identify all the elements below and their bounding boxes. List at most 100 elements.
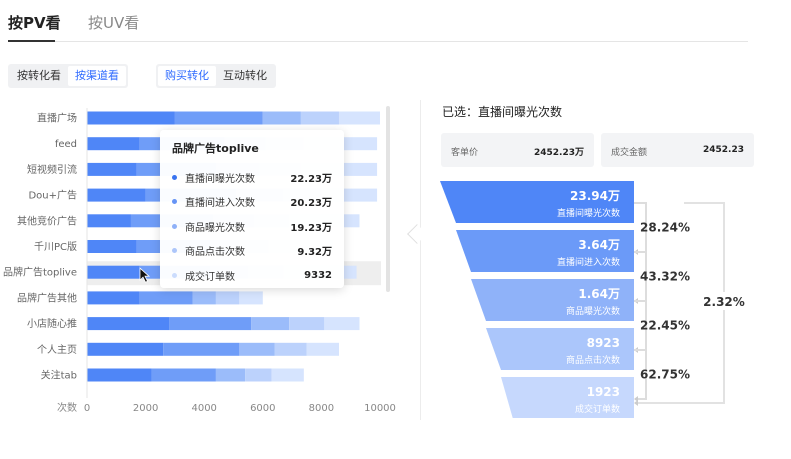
tooltip-title: 品牌广告toplive	[172, 142, 259, 155]
y-tick-label: Dou+广告	[28, 189, 77, 202]
bar-segment[interactable]	[215, 368, 246, 382]
tooltip-series-value: 9.32万	[297, 247, 332, 259]
tooltip-series-name: 直播间曝光次数	[185, 173, 255, 185]
bar-segment[interactable]	[274, 342, 307, 356]
x-tick-label: 4000	[191, 403, 216, 414]
bar-segment[interactable]	[338, 111, 380, 125]
tooltip-row: 商品曝光次数 19.23万	[172, 214, 332, 239]
chart-scrollbar[interactable]	[386, 106, 390, 292]
step-conversion-rate: 28.24%	[640, 221, 690, 235]
interaction-conversion-button[interactable]: 互动转化	[216, 66, 274, 86]
connector-arrow-icon	[634, 400, 638, 406]
y-tick-label: 千川PC版	[34, 240, 77, 253]
funnel-stage-value: 23.94万	[570, 189, 620, 203]
tooltip-series-name: 成交订单数	[185, 271, 235, 283]
bar-segment[interactable]	[271, 368, 304, 382]
tooltip-series-value: 9332	[304, 269, 332, 281]
active-tab-underline	[8, 40, 55, 42]
view-by-conversion-button[interactable]: 按转化看	[10, 66, 68, 86]
bar-segment[interactable]	[87, 240, 137, 253]
selected-value: 直播间曝光次数	[478, 105, 563, 119]
tooltip-series-name: 商品曝光次数	[185, 222, 245, 234]
funnel-stage-value: 1923	[587, 385, 620, 399]
conversion-funnel: 23.94万直播间曝光次数 3.64万直播间进入次数 1.64万商品曝光次数 8923…	[440, 181, 746, 418]
tooltip-series-name: 直播间进入次数	[185, 198, 255, 210]
bar-segment[interactable]	[87, 137, 140, 151]
metric-value: 2452.23	[703, 145, 744, 155]
bar-segment[interactable]	[163, 342, 240, 356]
bar-segment[interactable]	[151, 368, 216, 382]
selected-prefix: 已选：	[442, 105, 479, 119]
bar-segment[interactable]	[87, 111, 175, 125]
bar-segment[interactable]	[239, 291, 263, 305]
y-tick-label: 关注tab	[41, 369, 77, 382]
bar-segment[interactable]	[87, 291, 140, 305]
bar-segment[interactable]	[245, 368, 272, 382]
overall-conversion-rate: 2.32%	[703, 295, 745, 309]
top-tabs: 按PV看 按UV看	[8, 12, 748, 42]
x-tick-label: 0	[84, 403, 90, 414]
bar-segment[interactable]	[289, 317, 325, 331]
bar-segment[interactable]	[324, 317, 360, 331]
bar-segment[interactable]	[215, 291, 240, 305]
tooltip-series-value: 22.23万	[290, 173, 332, 185]
bar-segment[interactable]	[169, 317, 252, 331]
metric-name: 成交金额	[611, 148, 648, 158]
x-tick-label: 6000	[250, 403, 275, 414]
y-tick-label: 短视频引流	[27, 163, 77, 176]
bar-segment[interactable]	[87, 342, 164, 356]
funnel-stage-value: 8923	[587, 336, 620, 350]
x-tick-label: 8000	[309, 403, 334, 414]
bar-segment[interactable]	[87, 214, 131, 228]
bar-segment[interactable]	[300, 111, 339, 125]
step-conversion-rate: 22.45%	[640, 319, 690, 333]
view-by-channel-button[interactable]: 按渠道看	[68, 66, 126, 86]
y-tick-label: 小店随心推	[27, 317, 77, 330]
chart-tooltip: 品牌广告toplive 直播间曝光次数 22.23万直播间进入次数 20.23万商品…	[160, 130, 344, 288]
funnel-stage-label: 商品点击次数	[566, 354, 620, 366]
bar-segment[interactable]	[139, 291, 193, 305]
funnel-stage-label: 直播间曝光次数	[557, 207, 620, 219]
panel-divider	[420, 100, 421, 420]
y-tick-label: 直播广场	[37, 112, 77, 125]
bar-segment[interactable]	[239, 342, 275, 356]
series-dot-icon	[172, 272, 177, 278]
bar-segment[interactable]	[87, 317, 170, 331]
y-tick-label: 个人主页	[37, 344, 77, 356]
purchase-conversion-button[interactable]: 购买转化	[158, 66, 216, 86]
tooltip-series-value: 20.23万	[290, 198, 332, 210]
tooltip-row: 商品点击次数 9.32万	[172, 239, 332, 264]
bar-segment[interactable]	[192, 291, 216, 305]
funnel-stage-label: 商品曝光次数	[566, 305, 620, 317]
panel-pointer	[407, 224, 427, 244]
funnel-stage-value: 1.64万	[578, 287, 620, 301]
step-conversion-rate: 62.75%	[640, 368, 690, 382]
series-dot-icon	[172, 199, 177, 205]
bar-segment[interactable]	[174, 111, 263, 125]
series-dot-icon	[172, 223, 177, 229]
series-dot-icon	[172, 174, 177, 180]
funnel-stage-label: 成交订单数	[575, 403, 620, 415]
funnel-stage-label: 直播间进入次数	[557, 256, 620, 268]
bar-segment[interactable]	[87, 188, 146, 202]
tab-uv[interactable]: 按UV看	[88, 12, 139, 34]
y-tick-label: 品牌广告其他	[17, 291, 77, 304]
bar-segment[interactable]	[87, 162, 137, 176]
view-toggle: 按转化看 按渠道看	[8, 64, 128, 88]
x-axis-label: 次数	[57, 401, 77, 414]
tooltip-row: 直播间进入次数 20.23万	[172, 190, 332, 215]
step-conversion-rate: 43.32%	[640, 270, 690, 284]
series-dot-icon	[172, 248, 177, 254]
bar-segment[interactable]	[251, 317, 290, 331]
tooltip-series-name: 商品点击次数	[185, 247, 245, 259]
bar-segment[interactable]	[306, 342, 339, 356]
type-toggle: 购买转化 互动转化	[156, 64, 276, 88]
bar-segment[interactable]	[87, 368, 152, 382]
tab-pv[interactable]: 按PV看	[8, 12, 61, 34]
metric-value: 2452.23万	[534, 148, 584, 158]
bar-segment[interactable]	[87, 265, 140, 279]
y-tick-label: 品牌广告toplive	[3, 266, 77, 279]
bar-segment[interactable]	[262, 111, 301, 125]
selected-metric: 已选：直播间曝光次数	[442, 103, 562, 120]
y-tick-label: 其他竞价广告	[17, 214, 77, 227]
